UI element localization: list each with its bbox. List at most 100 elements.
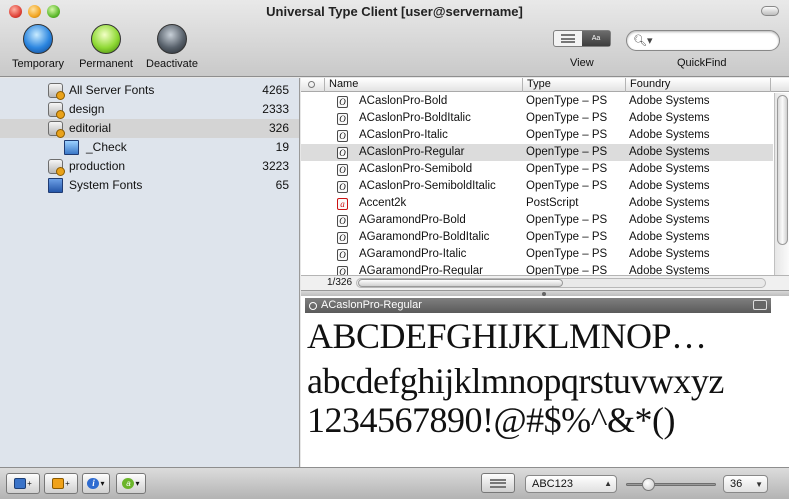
- sidebar-item-system-fonts[interactable]: System Fonts 65: [0, 176, 299, 195]
- list-view-button[interactable]: [554, 31, 582, 46]
- column-header-foundry[interactable]: Foundry: [625, 78, 770, 92]
- table-row[interactable]: O AGaramondPro-BoldItalic OpenType – PS Ado…: [301, 229, 773, 246]
- chevron-down-icon: ▾: [135, 479, 140, 488]
- font-type: OpenType – PS: [526, 265, 608, 275]
- opentype-font-icon: O: [337, 249, 348, 261]
- font-foundry: Adobe Systems: [629, 146, 710, 158]
- computer-icon: [48, 178, 63, 193]
- permanent-button[interactable]: Permanent: [74, 24, 138, 70]
- table-row[interactable]: O ACaslonPro-Semibold OpenType – PS Adobe S…: [301, 161, 773, 178]
- horizontal-scroll-thumb[interactable]: [358, 279, 563, 287]
- sidebar-item-label: design: [69, 102, 105, 116]
- font-size-slider[interactable]: [626, 478, 716, 491]
- font-count-label: 1/326: [327, 277, 353, 288]
- font-name: AGaramondPro-Bold: [359, 214, 466, 226]
- font-size-value: 36: [730, 478, 743, 490]
- preview-view-button[interactable]: Aa: [582, 31, 610, 46]
- info-button[interactable]: i ▾: [82, 473, 110, 494]
- table-row[interactable]: O AGaramondPro-Italic OpenType – PS Adobe S…: [301, 246, 773, 263]
- action-button[interactable]: a ▾: [116, 473, 146, 494]
- font-foundry: Adobe Systems: [629, 265, 710, 275]
- table-row[interactable]: O ACaslonPro-Bold OpenType – PS Adobe Syste…: [301, 93, 773, 110]
- font-size-slider-knob[interactable]: [642, 478, 655, 491]
- preview-numerals-line: 1234567890!@#$%^&*(): [307, 400, 676, 440]
- column-header-more[interactable]: [770, 78, 789, 92]
- plus-icon: +: [65, 479, 70, 488]
- font-list-vertical-scrollbar[interactable]: [774, 93, 789, 276]
- new-set-icon: [14, 478, 27, 489]
- plus-icon: +: [27, 479, 32, 488]
- font-name: Accent2k: [359, 197, 407, 209]
- sidebar-item-count: 19: [275, 140, 289, 154]
- opentype-font-icon: O: [337, 113, 348, 125]
- activation-status-column-icon[interactable]: [308, 81, 315, 88]
- search-icon[interactable]: 🔍︎▾: [633, 34, 653, 47]
- font-name: AGaramondPro-Regular: [359, 265, 484, 275]
- window-title: Universal Type Client [user@servername]: [266, 4, 523, 19]
- font-preview-pane: ACaslonPro-Regular ABCDEFGHIJKLMNOP… abc…: [301, 296, 789, 467]
- font-foundry: Adobe Systems: [629, 95, 710, 107]
- preview-text-mode-button[interactable]: [481, 473, 515, 493]
- preview-mode-value: ABC123: [532, 478, 573, 490]
- opentype-font-icon: O: [337, 164, 348, 176]
- deactivate-button-label: Deactivate: [146, 58, 198, 70]
- font-name: ACaslonPro-BoldItalic: [359, 112, 471, 124]
- bottom-bar: + + i ▾ a ▾ ABC123 ▲ 36 ▼: [0, 467, 789, 499]
- sidebar-item-label: editorial: [69, 121, 112, 135]
- sidebar-item-editorial[interactable]: editorial 326: [0, 119, 299, 138]
- list-view-icon: [561, 34, 575, 43]
- temporary-button[interactable]: Temporary: [8, 24, 68, 70]
- sidebar-item-label: _Check: [86, 140, 127, 154]
- font-name: ACaslonPro-Italic: [359, 129, 448, 141]
- sidebar-item-count: 4265: [262, 83, 289, 97]
- column-header-name[interactable]: Name: [324, 78, 522, 92]
- temporary-activation-icon: [23, 24, 53, 54]
- table-row[interactable]: O ACaslonPro-SemiboldItalic OpenType – PS A…: [301, 178, 773, 195]
- quickfind-label: QuickFind: [677, 57, 727, 69]
- font-foundry: Adobe Systems: [629, 231, 710, 243]
- column-header-type[interactable]: Type: [522, 78, 625, 92]
- sidebar-item-count: 65: [275, 178, 289, 192]
- font-name: ACaslonPro-SemiboldItalic: [359, 180, 496, 192]
- font-foundry: Adobe Systems: [629, 197, 710, 209]
- opentype-font-icon: O: [337, 232, 348, 244]
- font-foundry: Adobe Systems: [629, 129, 710, 141]
- vertical-scroll-thumb[interactable]: [777, 95, 788, 245]
- chevron-down-icon: ▾: [100, 479, 105, 488]
- font-size-select[interactable]: 36 ▼: [723, 475, 768, 493]
- toolbar-toggle-button[interactable]: [761, 6, 779, 16]
- add-set-button[interactable]: +: [6, 473, 40, 494]
- font-list-horizontal-scrollbar[interactable]: [356, 278, 766, 288]
- font-type: PostScript: [526, 197, 579, 209]
- font-name: ACaslonPro-Semibold: [359, 163, 473, 175]
- quickfind-input[interactable]: [651, 33, 773, 48]
- table-row[interactable]: O AGaramondPro-Regular OpenType – PS Adobe …: [301, 263, 773, 275]
- sidebar-item-all-server-fonts[interactable]: All Server Fonts 4265: [0, 81, 299, 100]
- add-fonts-button[interactable]: +: [44, 473, 78, 494]
- sidebar-item-label: production: [69, 159, 126, 173]
- opentype-font-icon: O: [337, 147, 348, 159]
- table-row[interactable]: a Accent2k PostScript Adobe Systems: [301, 195, 773, 212]
- font-list-footer: 1/326: [301, 275, 789, 290]
- deactivate-icon: [157, 24, 187, 54]
- table-row[interactable]: O ACaslonPro-Italic OpenType – PS Adobe Sys…: [301, 127, 773, 144]
- deactivate-button[interactable]: Deactivate: [141, 24, 203, 70]
- table-row[interactable]: O ACaslonPro-Regular OpenType – PS Adobe Sy…: [301, 144, 773, 161]
- view-label: View: [570, 57, 594, 69]
- quickfind-field: 🔍︎▾: [626, 30, 780, 51]
- sidebar-item-count: 326: [268, 121, 289, 135]
- opentype-font-icon: O: [337, 181, 348, 193]
- preview-mode-select[interactable]: ABC123 ▲: [525, 475, 617, 493]
- postscript-font-icon: a: [337, 198, 348, 210]
- sidebar-item-design[interactable]: design 2333: [0, 100, 299, 119]
- preview-header: ACaslonPro-Regular: [305, 298, 771, 313]
- table-row[interactable]: O AGaramondPro-Bold OpenType – PS Adobe Sys…: [301, 212, 773, 229]
- select-arrows-icon: ▲: [604, 479, 612, 488]
- table-row[interactable]: O ACaslonPro-BoldItalic OpenType – PS Adobe…: [301, 110, 773, 127]
- font-foundry: Adobe Systems: [629, 214, 710, 226]
- font-foundry: Adobe Systems: [629, 163, 710, 175]
- sidebar-item-production[interactable]: production 3223: [0, 157, 299, 176]
- sidebar-item-check[interactable]: _Check 19: [0, 138, 299, 157]
- preview-options-icon[interactable]: [753, 300, 767, 310]
- opentype-font-icon: O: [337, 266, 348, 275]
